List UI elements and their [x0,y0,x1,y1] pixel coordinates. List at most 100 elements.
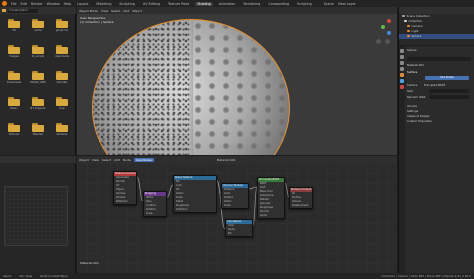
folder-item[interactable]: Pictures [4,123,24,136]
use-nodes-toggle[interactable]: Use Nodes [133,157,154,162]
custom-properties-section[interactable]: Custom Properties [407,119,473,124]
voronoi-texture-half [191,20,289,155]
tab-modeling[interactable]: Modeling [94,2,113,6]
object-tab-icon[interactable] [400,73,404,77]
blender-window: File Edit Render Window Help Layout Mode… [0,0,474,279]
node-mapping[interactable]: Mapping Vector Type Location Rotation Scale [143,191,167,217]
node-socket-row: Reflection [116,200,128,203]
path-field[interactable]: C:\Users\tutor\ [8,8,38,13]
tab-animation[interactable]: Animation [217,2,238,6]
image-canvas[interactable] [4,186,68,246]
file-browser-header: C:\Users\tutor\ [0,7,76,14]
surface-shader-row[interactable]: Surface Principled BSDF [407,83,473,88]
folder-item[interactable]: BT_Projects [28,97,48,110]
sphere-object[interactable] [92,19,290,155]
folder-icon [8,123,20,132]
tab-rendering[interactable]: Rendering [242,2,263,6]
folder-item[interactable]: 3D [4,19,24,32]
folder-item[interactable]: tutorials [52,71,72,84]
menu-window[interactable]: Window [47,2,60,6]
material-tab-icon[interactable] [400,85,404,89]
render-tab-icon[interactable] [400,55,404,59]
folder-name: Downloads [6,81,22,84]
output-tab-icon[interactable] [400,61,404,65]
node-socket-row: Scale [224,204,231,207]
menu-render[interactable]: Render [31,2,43,6]
object-type-dropdown[interactable]: Object [79,158,89,162]
folder-name: Music [10,107,18,110]
distribution-row: GGX [407,89,414,93]
x-axis-icon[interactable] [387,19,391,23]
modifier-tab-icon[interactable] [400,79,404,83]
folder-item[interactable]: textures [52,123,72,136]
folder-item[interactable]: IMAGE_GEN [28,71,48,84]
node-voronoi-texture[interactable]: Voronoi Texture Distance Color Position Vect… [221,183,249,209]
view-menu[interactable]: View [92,158,99,162]
view-layer-selector[interactable]: View Layer [338,2,356,6]
folder-item[interactable]: Downloads [4,71,24,84]
node-noise-texture[interactable]: Noise Texture Fac Color 3D Vector Scale Detail… [173,175,217,213]
view-menu[interactable]: View [101,9,108,13]
folder-item[interactable]: Images [4,45,24,58]
y-axis-icon[interactable] [381,25,385,29]
tab-sculpting[interactable]: Sculpting [117,2,136,6]
folder-item[interactable]: ghost-3.0 [52,19,72,32]
tab-uv-editing[interactable]: UV Editing [141,2,162,6]
node-canvas[interactable]: Texture CoordinateGeneratedNormalUVObjec… [77,163,397,273]
properties-tabs [399,46,405,273]
outliner-sphere[interactable]: Sphere [399,34,474,39]
folder-name: ghost-3.0 [55,29,69,32]
z-axis-icon[interactable] [387,31,391,35]
object-menu[interactable]: Object [132,9,142,13]
folder-item[interactable]: Music [4,97,24,110]
menu-edit[interactable]: Edit [21,2,27,6]
tool-tab-icon[interactable] [400,49,404,53]
folder-name: tutorials [56,81,68,84]
node-socket-row: Fac [228,232,232,235]
add-menu[interactable]: Add [123,9,129,13]
menu-help[interactable]: Help [64,2,72,6]
material-slot-list[interactable] [407,57,471,61]
folder-icon [56,71,68,80]
blender-logo-icon[interactable] [2,1,7,6]
tab-texture-paint[interactable]: Texture Paint [166,2,191,6]
surface-section[interactable]: Surface [407,70,473,75]
zoom-icon[interactable] [376,39,381,44]
camera-icon [407,24,410,28]
node-colorramp[interactable]: ColorRamp Color Alpha Fac [225,219,253,237]
node-material-output[interactable]: Material Output All Surface Volume Displacem… [289,187,313,209]
folder-item[interactable]: cache [28,19,48,32]
navigation-gizmo[interactable] [373,17,395,47]
3d-viewport[interactable]: Object Mode View Select Add Object User … [77,7,397,155]
folder-item[interactable]: Blender [28,123,48,136]
menu-file[interactable]: File [11,2,17,6]
tab-scripting[interactable]: Scripting [295,2,314,6]
scene-tab-icon[interactable] [400,67,404,71]
select-menu[interactable]: Select [102,158,111,162]
properties-panel: Sphere Material.001 Surface Use Nodes Su… [398,46,474,273]
folder-icon [32,19,44,28]
scene-stats: Collection | Sphere | Verts 482 | Faces … [381,274,472,278]
node-principled-bsdf[interactable]: Principled BSDF BSDF GGX Base Color Subsurfa… [257,177,285,219]
add-menu[interactable]: Add [114,158,120,162]
tab-shading[interactable]: Shading [195,1,213,6]
node-socket-row: Scale [146,212,153,215]
tab-compositing[interactable]: Compositing [266,2,291,6]
node-texture-coordinate[interactable]: Texture CoordinateGeneratedNormalUVObjec… [113,171,137,205]
object-mode-dropdown[interactable]: Object Mode [79,9,98,13]
select-menu[interactable]: Select [111,9,120,13]
folder-icon [8,71,20,80]
material-name-field[interactable]: Material.001 [407,63,473,68]
use-nodes-button[interactable]: Use Nodes [425,76,469,80]
pan-icon[interactable] [385,39,390,44]
folder-item[interactable]: downloads [52,45,72,58]
shader-node-editor[interactable]: Object View Select Add Node Use Nodes Ma… [77,156,397,273]
node-menu[interactable]: Node [123,158,131,162]
node-socket-row: Displacement [292,204,309,207]
scene-selector[interactable]: Scene [324,2,334,6]
material-selector[interactable]: Material.001 [217,158,236,162]
folder-item[interactable]: tmp [52,97,72,110]
folder-icon [8,19,20,28]
folder-item[interactable]: bl_scripts [28,45,48,58]
tab-layout[interactable]: Layout [75,2,90,6]
